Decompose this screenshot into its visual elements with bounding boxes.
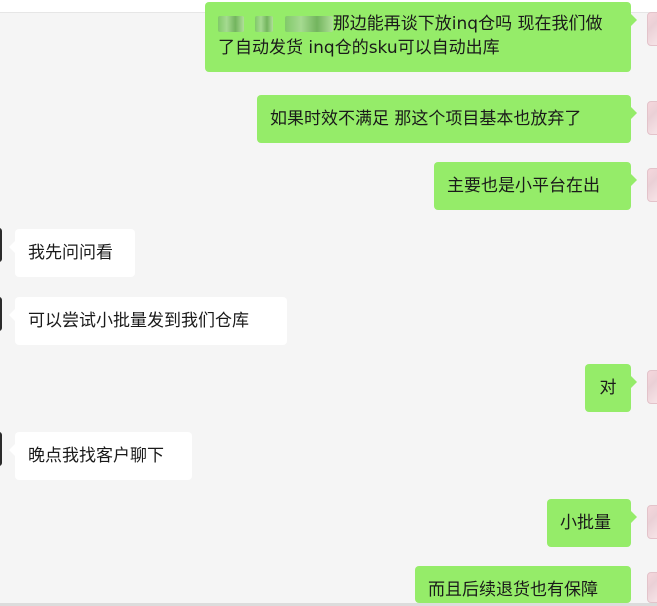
message-text: 如果时效不满足 那这个项目基本也放弃了	[270, 109, 582, 129]
user-avatar[interactable]	[647, 370, 657, 404]
message-text: 对	[599, 378, 617, 398]
redacted-name	[218, 16, 244, 32]
message-text: 那边能再谈下放inq仓吗 现在我们做	[332, 14, 603, 34]
user-avatar[interactable]	[647, 168, 657, 202]
message-bubble[interactable]: 对	[585, 364, 637, 412]
message-bubble[interactable]: 那边能再谈下放inq仓吗 现在我们做 了自动发货 inq仓的sku可以自动出库	[205, 2, 637, 72]
message-bubble[interactable]: 可以尝试小批量发到我们仓库	[9, 297, 287, 345]
contact-avatar[interactable]	[0, 297, 2, 331]
user-avatar[interactable]	[647, 12, 657, 46]
chat-message-area[interactable]: 那边能再谈下放inq仓吗 现在我们做 了自动发货 inq仓的sku可以自动出库 …	[0, 0, 657, 606]
user-avatar[interactable]	[647, 505, 657, 539]
message-bubble[interactable]: 主要也是小平台在出	[434, 162, 637, 210]
user-avatar[interactable]	[647, 572, 657, 603]
contact-avatar[interactable]	[0, 432, 2, 466]
message-bubble[interactable]: 我先问问看	[9, 229, 135, 277]
message-bubble[interactable]: 如果时效不满足 那这个项目基本也放弃了	[257, 95, 637, 143]
message-text: 晚点我找客户聊下	[28, 446, 164, 466]
message-text: 主要也是小平台在出	[447, 176, 600, 196]
contact-avatar[interactable]	[0, 228, 2, 262]
message-bubble[interactable]: 而且后续退货也有保障	[415, 566, 631, 603]
message-text: 我先问问看	[28, 243, 113, 263]
user-avatar[interactable]	[647, 101, 657, 135]
message-bubble[interactable]: 晚点我找客户聊下	[9, 432, 192, 480]
message-line: 了自动发货 inq仓的sku可以自动出库	[218, 36, 618, 60]
message-text: 了自动发货 inq仓的sku可以自动出库	[218, 38, 500, 58]
message-line: 那边能再谈下放inq仓吗 现在我们做	[218, 12, 618, 36]
message-outgoing: 那边能再谈下放inq仓吗 现在我们做 了自动发货 inq仓的sku可以自动出库	[0, 0, 657, 80]
message-text: 而且后续退货也有保障	[428, 580, 598, 600]
message-text: 小批量	[560, 513, 611, 533]
redacted-name	[284, 16, 333, 32]
message-text: 可以尝试小批量发到我们仓库	[28, 311, 249, 331]
message-bubble[interactable]: 小批量	[547, 499, 637, 547]
redacted-name	[255, 16, 274, 32]
